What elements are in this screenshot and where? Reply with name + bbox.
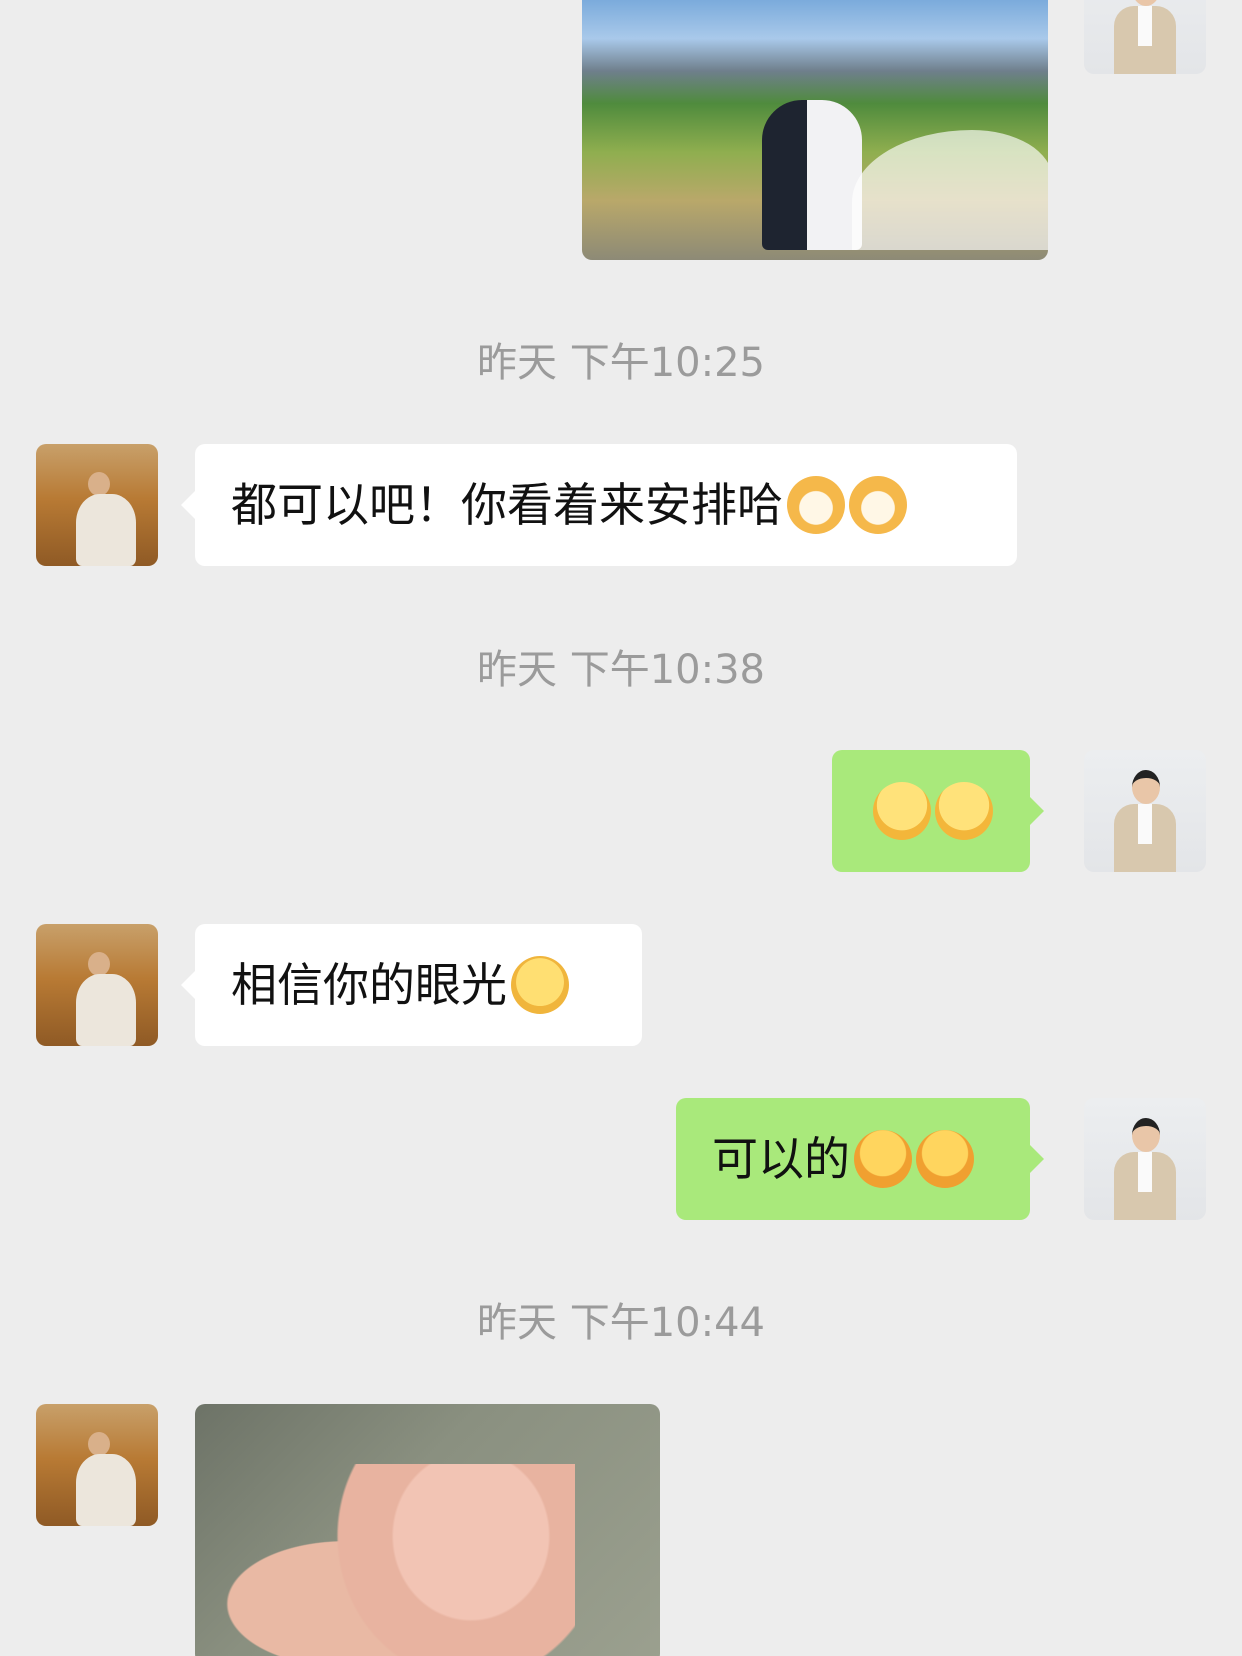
grin-emoji-icon — [873, 781, 931, 840]
my-avatar[interactable] — [1084, 0, 1206, 74]
cat-emoji-icon — [849, 475, 907, 534]
thinking-emoji-icon — [511, 955, 569, 1014]
cover-mouth-emoji-icon — [916, 1129, 974, 1188]
my-avatar[interactable] — [1084, 750, 1206, 872]
grin-emoji-icon — [935, 781, 993, 840]
message-text: 都可以吧！你看着来安排哈 — [231, 478, 783, 532]
timestamp: 昨天 下午10:44 — [477, 1300, 765, 1346]
timestamp: 昨天 下午10:25 — [477, 340, 765, 386]
message-bubble[interactable]: 相信你的眼光 — [181, 924, 642, 1046]
cat-emoji-icon — [787, 475, 845, 534]
thumb-figure — [315, 1464, 575, 1656]
timestamp: 昨天 下午10:38 — [477, 647, 765, 693]
message-bubble[interactable]: 都可以吧！你看着来安排哈 — [181, 444, 1017, 566]
couple-figure — [762, 100, 862, 250]
contact-avatar[interactable] — [36, 924, 158, 1046]
chat-view: 昨天 下午10:25 都可以吧！你看着来安排哈 昨天 下午10:38 相信你的眼… — [0, 0, 1242, 1656]
message-bubble[interactable] — [832, 750, 1044, 872]
thumbs-up-photo-message[interactable] — [195, 1404, 660, 1656]
contact-avatar[interactable] — [36, 1404, 158, 1526]
message-text: 相信你的眼光 — [231, 958, 507, 1012]
cover-mouth-emoji-icon — [854, 1129, 912, 1188]
message-text: 可以的 — [712, 1132, 850, 1186]
veil-figure — [852, 130, 1048, 250]
message-bubble[interactable]: 可以的 — [676, 1098, 1044, 1220]
contact-avatar[interactable] — [36, 444, 158, 566]
wedding-photo-message[interactable] — [582, 0, 1048, 260]
my-avatar[interactable] — [1084, 1098, 1206, 1220]
